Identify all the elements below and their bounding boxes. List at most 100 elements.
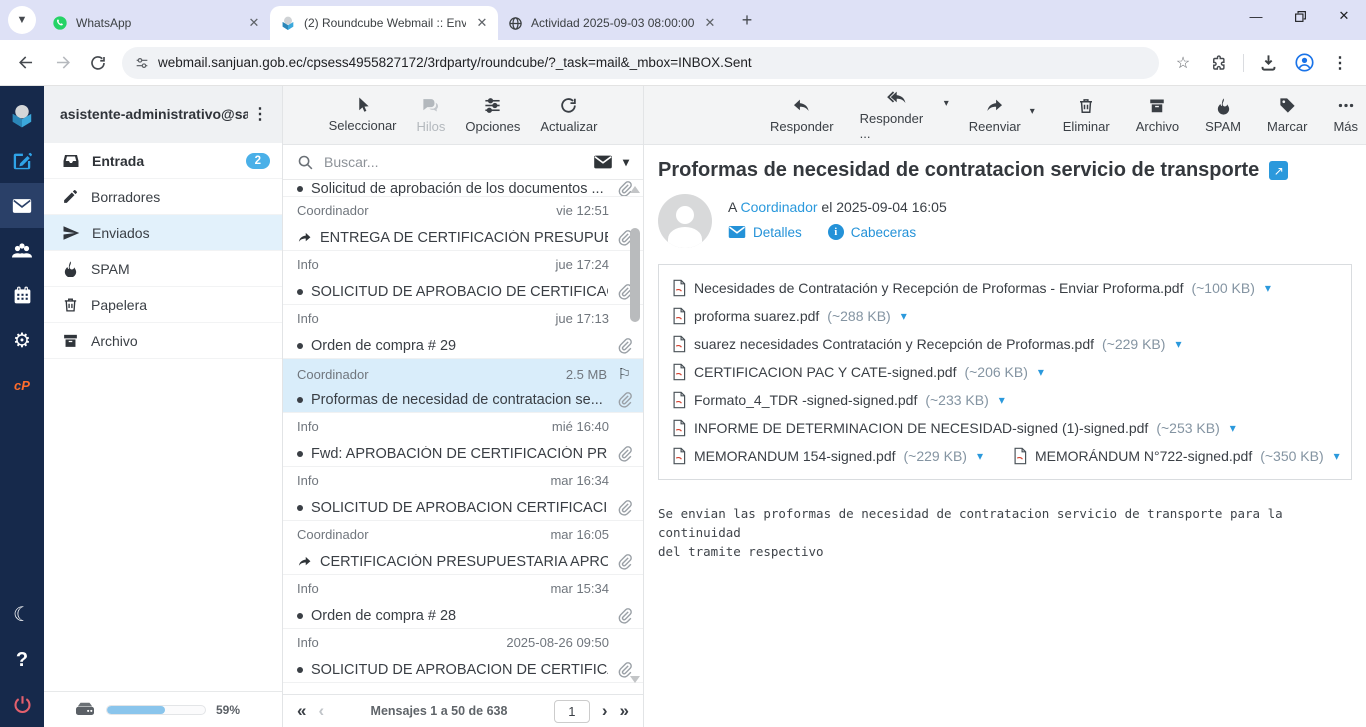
contacts-button[interactable] [0,228,44,273]
forward-icon[interactable] [46,47,78,79]
attachment-menu-caret-icon[interactable]: ▾ [999,393,1005,407]
minimize-button[interactable]: — [1234,0,1278,32]
folder-item-papelera[interactable]: Papelera [44,287,282,323]
tab-close-icon[interactable]: ✕ [246,15,262,31]
first-page-button[interactable]: « [297,701,306,721]
message-row[interactable]: Coordinadorvie 12:51 ENTREGA DE CERTIFIC… [283,197,643,251]
folder-item-entrada[interactable]: Entrada 2 [44,143,282,179]
tab-search-button[interactable]: ▼ [8,6,36,34]
downloads-icon[interactable] [1252,47,1284,79]
tab-close-icon[interactable]: ✕ [474,15,490,31]
compose-button[interactable] [0,138,44,183]
browser-menu-icon[interactable]: ⋮ [1324,47,1356,79]
attachment-menu-caret-icon[interactable]: ▾ [1038,365,1044,379]
message-row[interactable]: Infojue 17:13 Orden de compra # 29 [283,305,643,359]
search-scope-mail-icon[interactable] [593,154,613,170]
search-options-chevron-icon[interactable]: ▾ [623,155,629,169]
folder-item-archivo[interactable]: Archivo [44,323,282,359]
browser-navbar: webmail.sanjuan.gob.ec/cpsess4955827172/… [0,40,1366,85]
attachment-menu-caret-icon[interactable]: ▾ [901,309,907,323]
folder-item-spam[interactable]: SPAM [44,251,282,287]
message-row[interactable]: Infomar 15:34 Orden de compra # 28 [283,575,643,629]
new-tab-button[interactable]: + [734,7,760,33]
attachment-item[interactable]: INFORME DE DETERMINACION DE NECESIDAD-si… [672,414,1236,442]
extensions-icon[interactable] [1203,47,1235,79]
attachment-menu-caret-icon[interactable]: ▾ [1230,421,1236,435]
reply-button[interactable]: Responder [762,92,842,138]
select-button[interactable]: Seleccionar [323,92,403,137]
help-button[interactable]: ? [0,637,44,682]
reply-all-button[interactable]: Responder ... ▾ [852,84,943,145]
site-settings-icon[interactable] [134,55,150,71]
headers-toggle[interactable]: i Cabeceras [828,224,916,240]
last-page-button[interactable]: » [620,701,629,721]
recipient-link[interactable]: Coordinador [740,199,817,215]
reload-icon[interactable] [82,47,114,79]
account-menu-icon[interactable]: ⋮ [248,104,272,124]
url-bar[interactable]: webmail.sanjuan.gob.ec/cpsess4955827172/… [122,47,1159,79]
archive-button[interactable]: Archivo [1128,92,1187,138]
delete-button[interactable]: Eliminar [1055,92,1118,138]
open-in-new-window-icon[interactable]: ↗ [1269,161,1288,180]
message-row[interactable]: Info2025-08-26 09:50 SOLICITUD DE APROBA… [283,629,643,683]
scrollbar-up-arrow[interactable] [630,186,640,193]
threads-button[interactable]: Hilos [411,92,452,138]
cpanel-button[interactable]: cP [0,363,44,408]
search-input[interactable] [324,154,583,170]
attachment-item[interactable]: Formato_4_TDR -signed-signed.pdf (~233 K… [672,386,1005,414]
storage-indicator: 59% [44,691,282,727]
pdf-file-icon [672,307,686,325]
bookmark-star-icon[interactable]: ☆ [1167,47,1199,79]
attachment-menu-caret-icon[interactable]: ▾ [977,449,983,463]
scrollbar-thumb[interactable] [630,228,640,322]
forward-button[interactable]: Reenviar ▾ [961,92,1029,138]
attachment-item[interactable]: proforma suarez.pdf (~288 KB) ▾ [672,302,907,330]
settings-button[interactable]: ⚙ [0,318,44,363]
attachment-menu-caret-icon[interactable]: ▾ [1175,337,1181,351]
mark-button[interactable]: Marcar [1259,92,1315,138]
folder-item-enviados[interactable]: Enviados [44,215,282,251]
message-row[interactable]: Infojue 17:24 SOLICITUD DE APROBACIO DE … [283,251,643,305]
profile-icon[interactable] [1288,47,1320,79]
tab-whatsapp[interactable]: WhatsApp ✕ [42,6,270,40]
folder-item-borradores[interactable]: Borradores [44,179,282,215]
message-row[interactable]: Coordinadormar 16:05 CERTIFICACIÓN PRESU… [283,521,643,575]
attachment-item[interactable]: CERTIFICACION PAC Y CATE-signed.pdf (~20… [672,358,1044,386]
options-button[interactable]: Opciones [459,92,526,138]
more-button[interactable]: Más [1325,92,1366,138]
restore-button[interactable] [1278,0,1322,32]
dark-mode-button[interactable]: ☾ [0,592,44,637]
next-page-button[interactable]: › [602,701,608,721]
close-window-button[interactable]: ✕ [1322,0,1366,32]
page-number-input[interactable] [554,700,590,723]
message-row[interactable]: Infomar 16:34 SOLICITUD DE APROBACION CE… [283,467,643,521]
list-scrollbar[interactable] [629,180,642,693]
tab-title: (2) Roundcube Webmail :: Envia [304,16,466,30]
attachment-menu-caret-icon[interactable]: ▾ [1265,281,1271,295]
attachment-item[interactable]: suarez necesidades Contratación y Recepc… [672,330,1181,358]
reply-all-caret-icon[interactable]: ▾ [944,98,949,109]
attachment-item[interactable]: MEMORÁNDUM N°722-signed.pdf (~350 KB) ▾ [1013,442,1340,470]
forward-caret-icon[interactable]: ▾ [1030,106,1035,117]
tab-close-icon[interactable]: ✕ [702,15,718,31]
tab-actividad[interactable]: Actividad 2025-09-03 08:00:00 ✕ [498,6,726,40]
details-toggle[interactable]: Detalles [728,225,802,240]
prev-page-button[interactable]: ‹ [318,701,324,721]
message-row[interactable]: Solicitud de aprobación de los documento… [283,180,643,197]
attachment-item[interactable]: Necesidades de Contratación y Recepción … [672,274,1271,302]
tab-roundcube[interactable]: (2) Roundcube Webmail :: Envia ✕ [270,6,498,40]
message-row-selected[interactable]: Coordinador2.5 MB⚐ Proformas de necesida… [283,359,643,413]
attachment-item[interactable]: MEMORANDUM 154-signed.pdf (~229 KB) ▾ [672,442,983,470]
back-icon[interactable] [10,47,42,79]
folders-panel: asistente-administrativo@sa... ⋮ Entrada… [44,85,283,727]
logout-button[interactable] [0,682,44,727]
pdf-file-icon [672,363,686,381]
message-row[interactable]: Infomié 16:40 Fwd: APROBACIÓN DE CERTIFI… [283,413,643,467]
url-text[interactable]: webmail.sanjuan.gob.ec/cpsess4955827172/… [158,55,1149,70]
scrollbar-down-arrow[interactable] [630,676,640,683]
attachment-menu-caret-icon[interactable]: ▾ [1334,449,1340,463]
calendar-button[interactable] [0,273,44,318]
spam-button[interactable]: SPAM [1197,92,1249,138]
refresh-button[interactable]: Actualizar [534,92,603,138]
mail-nav-button[interactable] [0,183,44,228]
